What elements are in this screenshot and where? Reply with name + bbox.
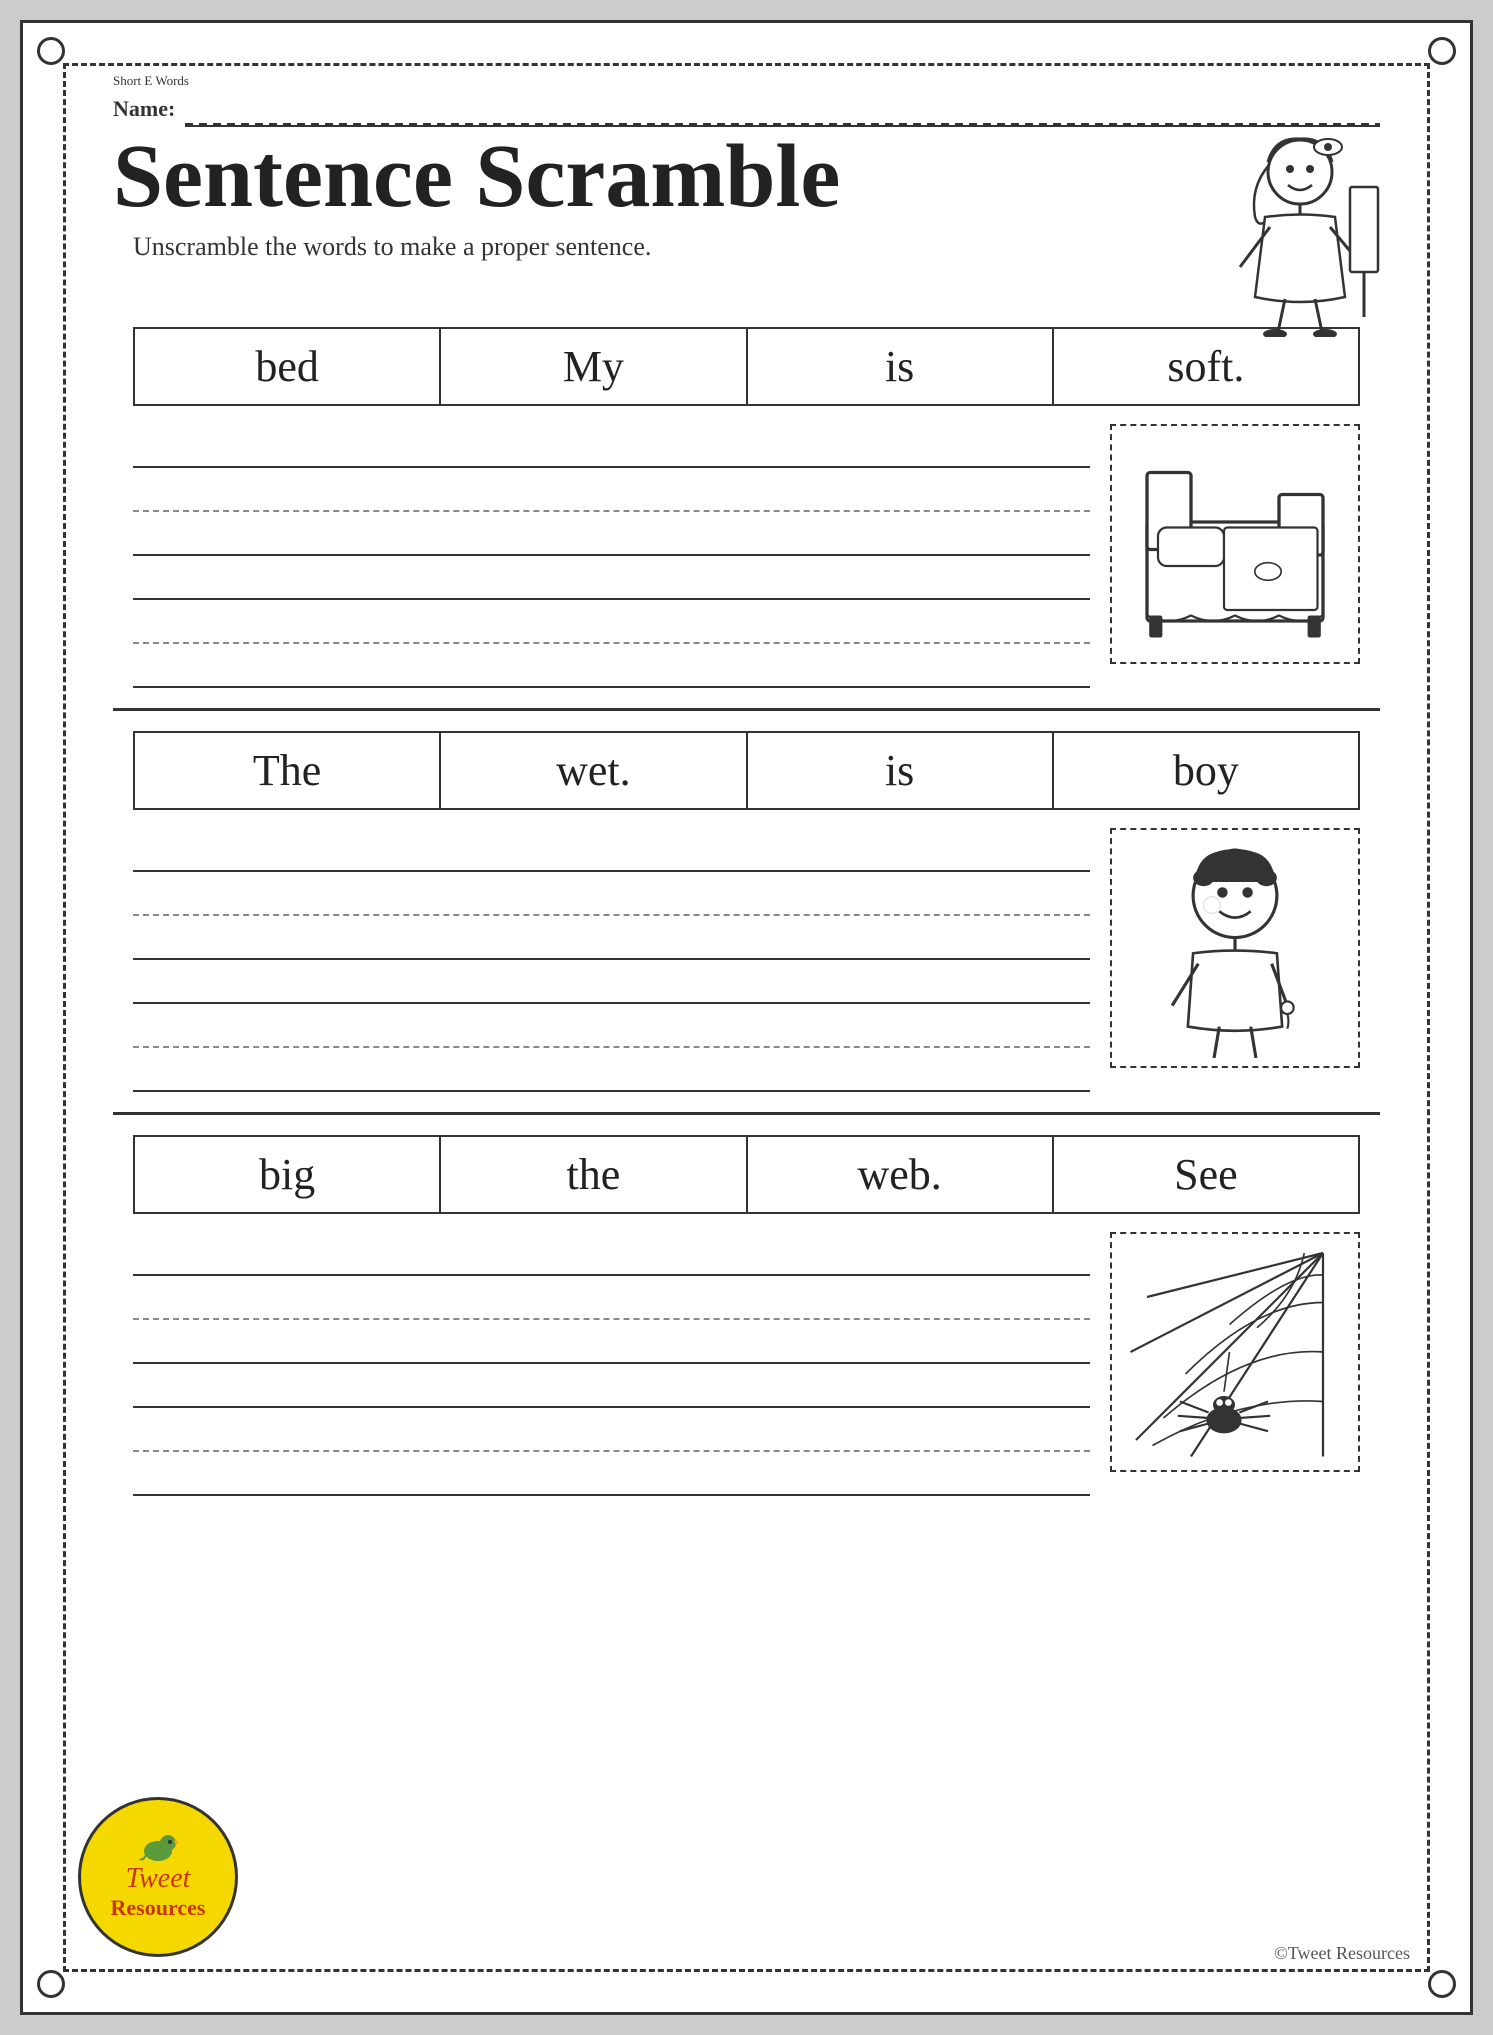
sentence-3-section: big the web. See bbox=[133, 1135, 1360, 1496]
word-box-3-3: web. bbox=[748, 1137, 1054, 1212]
divider-2 bbox=[113, 1112, 1380, 1115]
answer-line bbox=[133, 512, 1090, 556]
answer-line bbox=[133, 424, 1090, 468]
logo: Tweet Resources bbox=[78, 1797, 238, 1957]
answer-line-dashed bbox=[133, 872, 1090, 916]
word-box-3-2: the bbox=[441, 1137, 747, 1212]
sentence-1-writing-area bbox=[133, 424, 1360, 688]
answer-line-dashed bbox=[133, 1276, 1090, 1320]
title-section: Sentence Scramble Unscramble the words t… bbox=[113, 127, 1380, 327]
corner-tr bbox=[1428, 37, 1456, 65]
answer-line bbox=[133, 556, 1090, 600]
sentence-2-lines bbox=[133, 828, 1110, 1092]
worksheet-page: Short E Words Name: Sentence Scramble Un… bbox=[20, 20, 1473, 2015]
sentence-1-lines bbox=[133, 424, 1110, 688]
sentence-3-image bbox=[1110, 1232, 1360, 1472]
answer-line-dashed bbox=[133, 1004, 1090, 1048]
sentence-1-word-boxes: bed My is soft. bbox=[133, 327, 1360, 406]
corner-bl bbox=[37, 1970, 65, 1998]
answer-line bbox=[133, 1048, 1090, 1092]
sentence-3-writing-area bbox=[133, 1232, 1360, 1496]
answer-line bbox=[133, 1364, 1090, 1408]
answer-line bbox=[133, 828, 1090, 872]
answer-line-dashed bbox=[133, 1408, 1090, 1452]
word-box-3-1: big bbox=[135, 1137, 441, 1212]
name-row: Name: bbox=[113, 91, 1380, 127]
logo-tweet-text: Tweet bbox=[126, 1863, 191, 1895]
answer-line-dashed bbox=[133, 600, 1090, 644]
corner-br bbox=[1428, 1970, 1456, 1998]
word-box-2-2: wet. bbox=[441, 733, 747, 808]
name-label: Name: bbox=[113, 96, 175, 122]
logo-resources-text: Resources bbox=[111, 1895, 206, 1921]
sentence-1-section: bed My is soft. bbox=[133, 327, 1360, 688]
answer-line bbox=[133, 644, 1090, 688]
word-box-2-4: boy bbox=[1054, 733, 1358, 808]
answer-line bbox=[133, 1452, 1090, 1496]
subtitle: Unscramble the words to make a proper se… bbox=[133, 232, 1180, 262]
page-title: Sentence Scramble bbox=[113, 127, 1180, 226]
short-e-label: Short E Words bbox=[113, 73, 1380, 89]
sentence-2-word-boxes: The wet. is boy bbox=[133, 731, 1360, 810]
corner-tl bbox=[37, 37, 65, 65]
word-box-2-3: is bbox=[748, 733, 1054, 808]
word-box-2-1: The bbox=[135, 733, 441, 808]
word-box-1-1: bed bbox=[135, 329, 441, 404]
bird-icon bbox=[138, 1833, 178, 1863]
answer-line-dashed bbox=[133, 468, 1090, 512]
logo-circle: Tweet Resources bbox=[78, 1797, 238, 1957]
divider-1 bbox=[113, 708, 1380, 711]
word-box-1-4: soft. bbox=[1054, 329, 1358, 404]
sentence-3-lines bbox=[133, 1232, 1110, 1496]
sentence-1-image bbox=[1110, 424, 1360, 664]
word-box-1-2: My bbox=[441, 329, 747, 404]
word-box-1-3: is bbox=[748, 329, 1054, 404]
sentence-3-word-boxes: big the web. See bbox=[133, 1135, 1360, 1214]
word-box-3-4: See bbox=[1054, 1137, 1358, 1212]
copyright-text: ©Tweet Resources bbox=[1274, 1943, 1410, 1964]
sentence-2-section: The wet. is boy bbox=[133, 731, 1360, 1092]
answer-line bbox=[133, 1232, 1090, 1276]
answer-line bbox=[133, 916, 1090, 960]
answer-line bbox=[133, 960, 1090, 1004]
girl-illustration bbox=[1180, 127, 1380, 327]
sentence-2-image bbox=[1110, 828, 1360, 1068]
answer-line bbox=[133, 1320, 1090, 1364]
sentence-2-writing-area bbox=[133, 828, 1360, 1092]
